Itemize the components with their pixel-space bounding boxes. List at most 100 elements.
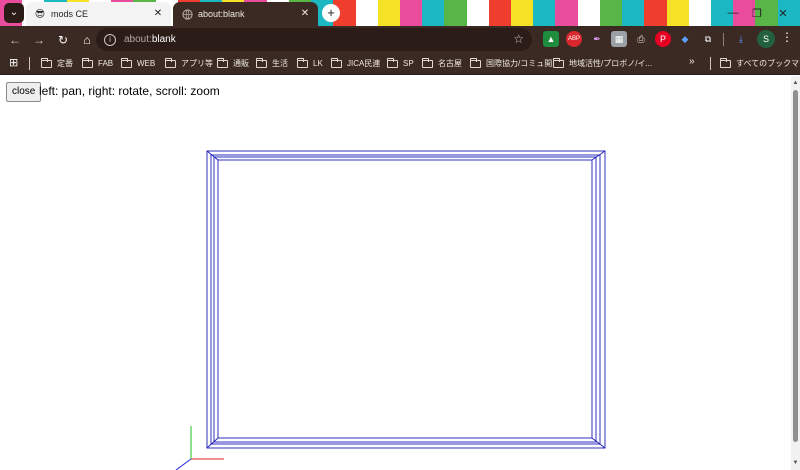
home-icon: ⌂ xyxy=(83,32,91,47)
folder-icon xyxy=(217,57,228,68)
tab-mods-ce[interactable]: 😎 mods CE ✕ xyxy=(26,2,171,26)
bookmarks-separator xyxy=(710,57,711,70)
folder-icon xyxy=(297,57,308,68)
toolbar-separator xyxy=(723,33,724,46)
tab-title: mods CE xyxy=(51,9,89,19)
theme-stripe xyxy=(533,0,556,26)
extensions-puzzle-icon[interactable]: ⧉ xyxy=(700,31,716,47)
puzzle-grid-icon[interactable]: ▦ xyxy=(611,31,627,47)
bookmark-label: JICA民連 xyxy=(347,59,381,68)
close-tab-icon[interactable]: ✕ xyxy=(298,7,312,21)
bookmark-folder[interactable]: WEB xyxy=(121,56,155,71)
all-bookmarks[interactable]: すべてのブックマーク xyxy=(720,56,800,71)
close-tab-icon[interactable]: ✕ xyxy=(151,7,165,21)
chevron-down-icon: ⌄ xyxy=(9,7,19,18)
outline-rect xyxy=(206,150,606,449)
adblock-icon[interactable]: ABP xyxy=(566,31,582,47)
tab-about-blank[interactable]: about:blank ✕ xyxy=(173,2,318,26)
vertical-scrollbar[interactable]: ▲ ▼ xyxy=(791,76,800,470)
restore-icon: ❐ xyxy=(752,7,762,20)
arrow-left-icon: ← xyxy=(9,32,21,47)
outline-rect xyxy=(213,156,597,443)
toolbar: ← → ↻ ⌂ i about:blank ☆ ▲ ABP ✒ ▦ ⎙ P ◆ … xyxy=(0,26,800,53)
folder-icon xyxy=(41,57,52,68)
close-icon: ✕ xyxy=(778,7,788,20)
folder-icon xyxy=(553,57,564,68)
pinterest-icon[interactable]: P xyxy=(655,31,671,47)
reload-button[interactable]: ↻ xyxy=(52,29,74,51)
arrow-right-icon: → xyxy=(33,32,45,47)
bookmark-label: FAB xyxy=(98,59,114,68)
tab-search-button[interactable]: ⌄ xyxy=(4,3,24,23)
close-button[interactable]: close xyxy=(6,82,42,102)
bookmark-star-icon[interactable]: ☆ xyxy=(513,32,524,46)
scroll-up-arrow-icon[interactable]: ▲ xyxy=(791,78,800,88)
printer-icon[interactable]: ⎙ xyxy=(633,31,649,47)
bookmark-label: LK xyxy=(313,59,323,68)
folder-icon xyxy=(165,57,176,68)
outline-corner-link xyxy=(206,150,219,161)
kebab-menu-icon[interactable]: ⋮ xyxy=(780,30,794,48)
theme-stripe xyxy=(511,0,534,26)
theme-stripe xyxy=(444,0,467,26)
download-icon[interactable]: ⤓ xyxy=(733,31,749,47)
3d-viewport[interactable] xyxy=(0,76,791,470)
folder-icon xyxy=(387,57,398,68)
bookmark-label: 国際協力/コミュ開 xyxy=(486,59,553,68)
globe-icon xyxy=(181,8,193,20)
window-close-button[interactable]: ✕ xyxy=(766,0,800,26)
profile-avatar[interactable]: S xyxy=(757,30,775,48)
bookmark-folder[interactable]: SP xyxy=(387,56,414,71)
extension-green-icon[interactable]: ▲ xyxy=(543,31,559,47)
bookmark-folder[interactable]: LK xyxy=(297,56,323,71)
new-tab-button[interactable]: + xyxy=(322,4,340,22)
bookmark-folder[interactable]: FAB xyxy=(82,56,113,71)
url-path: blank xyxy=(151,34,176,45)
folder-icon xyxy=(470,57,481,68)
outline-corner-link xyxy=(591,437,606,449)
theme-stripe xyxy=(488,0,512,26)
back-button[interactable]: ← xyxy=(4,29,26,51)
scroll-down-arrow-icon[interactable]: ▼ xyxy=(791,458,800,468)
folder-icon xyxy=(331,57,342,68)
toolpath-outlines xyxy=(206,150,606,449)
bookmark-folder[interactable]: JICA民連 xyxy=(331,56,380,71)
bookmark-folder[interactable]: 国際協力/コミュ開 xyxy=(470,56,552,71)
eyedropper-icon[interactable]: ✒ xyxy=(589,31,605,47)
forward-button[interactable]: → xyxy=(28,29,50,51)
scrollbar-thumb[interactable] xyxy=(793,90,798,442)
outline-rect xyxy=(217,159,593,439)
bookmark-label: 通販 xyxy=(233,59,249,68)
address-url[interactable]: about:blank xyxy=(124,34,176,45)
more-bookmarks-icon[interactable]: » xyxy=(689,56,695,67)
theme-stripe xyxy=(599,0,623,26)
bookmark-label: アプリ等 xyxy=(181,59,213,68)
z-axis-line xyxy=(175,458,192,470)
bookmark-label: 名古屋 xyxy=(438,59,462,68)
folder-icon xyxy=(121,57,132,68)
info-icon[interactable]: i xyxy=(104,33,116,46)
folder-icon xyxy=(256,57,267,68)
bookmark-folder[interactable]: 名古屋 xyxy=(422,56,462,71)
theme-stripe xyxy=(577,0,600,26)
bookmark-folder[interactable]: 定番 xyxy=(41,56,73,71)
tab-strip: ⌄ 😎 mods CE ✕ about:blank ✕ + — ❐ ✕ xyxy=(0,0,800,26)
apps-grid-icon[interactable]: ⊞ xyxy=(9,57,21,69)
bookmark-label: 地域活性/プロボノ/イ... xyxy=(569,59,653,68)
outline-corner-link xyxy=(591,150,606,161)
reload-icon: ↻ xyxy=(57,32,69,47)
address-bar[interactable]: i about:blank ☆ xyxy=(96,28,532,51)
bookmark-folder[interactable]: 地域活性/プロボノ/イ... xyxy=(553,56,652,71)
bookmarks-separator xyxy=(29,57,30,70)
bookmark-folder[interactable]: 生活 xyxy=(256,56,288,71)
bookmark-folder[interactable]: 通販 xyxy=(217,56,249,71)
bookmark-label: WEB xyxy=(137,59,156,68)
theme-stripe xyxy=(399,0,423,26)
theme-stripe xyxy=(422,0,445,26)
minimize-icon: — xyxy=(727,7,739,19)
home-button[interactable]: ⌂ xyxy=(76,29,98,51)
tag-icon[interactable]: ◆ xyxy=(677,31,693,47)
theme-stripe xyxy=(555,0,578,26)
page-content: close left: pan, right: rotate, scroll: … xyxy=(0,76,800,470)
bookmark-folder[interactable]: アプリ等 xyxy=(165,56,213,71)
